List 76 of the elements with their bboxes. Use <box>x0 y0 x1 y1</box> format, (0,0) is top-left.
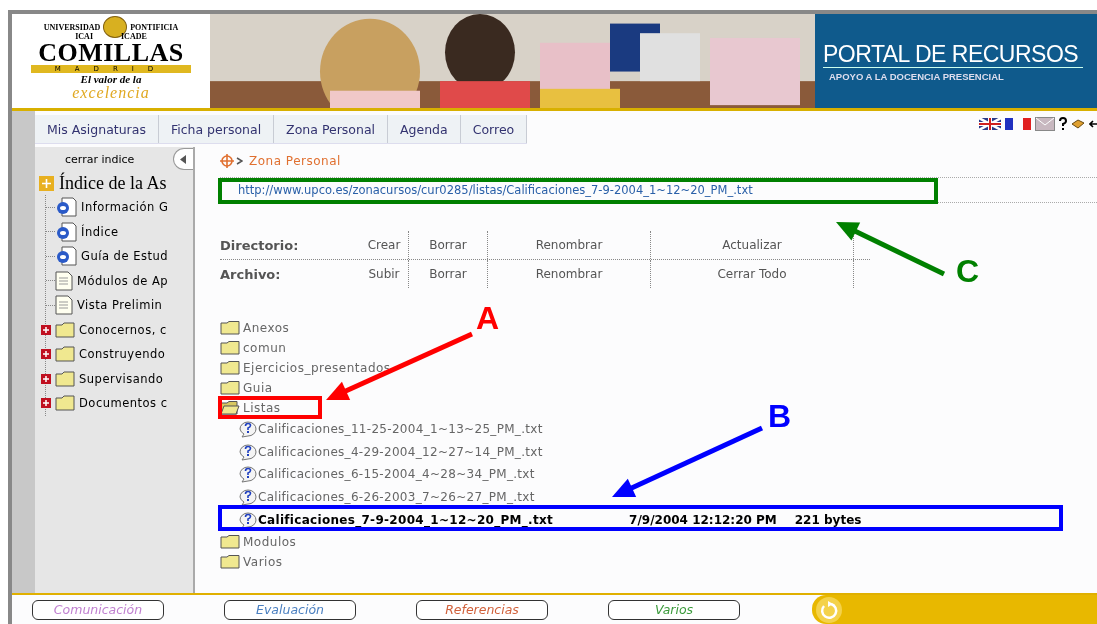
folder-icon <box>220 341 240 355</box>
action-group-label: Directorio: <box>220 237 300 253</box>
folder-name[interactable]: Ejercicios_presentados <box>243 361 391 375</box>
folder-icon <box>55 370 75 387</box>
uk-flag-icon[interactable] <box>979 118 1001 130</box>
folder-icon <box>220 555 240 569</box>
index-item[interactable]: Índice <box>81 224 119 239</box>
nav-tab[interactable]: Correo <box>460 115 528 143</box>
nav-tab[interactable]: Zona Personal <box>274 115 388 143</box>
expand-icon[interactable] <box>41 349 51 360</box>
index-item[interactable]: Documentos c <box>79 396 168 411</box>
action-link[interactable]: Borrar <box>409 260 488 288</box>
folder-icon <box>55 346 75 363</box>
callout-letter: A <box>476 302 500 334</box>
action-link[interactable]: Subir <box>360 260 409 288</box>
index-item[interactable]: Módulos de Ap <box>77 273 169 288</box>
folder-icon <box>55 395 75 412</box>
chevron-icon <box>236 157 243 165</box>
crosshair-icon <box>220 154 234 168</box>
portal-title: PORTAL DE RECURSOS <box>823 40 1083 68</box>
file-row[interactable]: Calificaciones_7-9-2004_1~12~20_PM_.txt 7/9/2004 12:12:20 PM 221 bytes <box>220 508 1097 532</box>
folder-name[interactable]: Listas <box>243 401 281 415</box>
action-link[interactable]: Cerrar Todo <box>651 260 854 288</box>
section-tab[interactable]: Referencias <box>416 599 548 620</box>
index-item[interactable]: Conocernos, c <box>79 322 167 337</box>
index-item[interactable]: Guía de Estud <box>81 249 168 264</box>
action-link[interactable]: Renombrar <box>488 260 651 288</box>
action-link[interactable]: Crear <box>360 231 409 259</box>
unknown-file-icon <box>238 442 258 461</box>
file-row[interactable]: Calificaciones_4-29-2004_12~27~14_PM_.txt <box>220 440 1097 463</box>
folder-icon <box>220 361 240 375</box>
unknown-file-icon <box>238 487 258 506</box>
index-item[interactable]: Construyendo <box>79 347 166 362</box>
section-tab[interactable]: Evaluación <box>224 599 356 620</box>
exit-icon[interactable] <box>1089 118 1097 130</box>
folder-icon <box>220 535 240 549</box>
unknown-file-icon <box>238 420 258 439</box>
nav-tab[interactable]: Ficha personal <box>158 115 275 143</box>
action-link[interactable]: Renombrar <box>488 231 651 259</box>
france-flag-icon[interactable] <box>1005 118 1031 130</box>
folder-icon <box>220 321 240 335</box>
web-page-icon <box>55 197 77 218</box>
nav-tab[interactable]: Mis Asignaturas <box>35 115 159 143</box>
unknown-file-icon <box>238 465 258 484</box>
section-tab[interactable]: Varios <box>608 599 740 620</box>
folder-icon <box>220 381 240 395</box>
web-page-icon <box>55 221 77 242</box>
folder-name[interactable]: Anexos <box>243 321 290 335</box>
close-index-link[interactable]: cerrar indice <box>65 152 135 166</box>
index-item[interactable]: Vista Prelimin <box>77 298 163 313</box>
expand-icon[interactable] <box>41 324 51 335</box>
collapse-button[interactable] <box>173 148 193 170</box>
nav-tab[interactable]: Agenda <box>388 115 461 143</box>
action-group-label: Archivo: <box>220 266 282 282</box>
folder-icon <box>55 321 75 338</box>
index-item[interactable]: Información G <box>81 200 169 215</box>
folder-name[interactable]: comun <box>243 341 287 355</box>
action-link[interactable]: Borrar <box>409 231 488 259</box>
file-row[interactable]: Calificaciones_6-26-2003_7~26~27_PM_.txt <box>220 485 1097 508</box>
caret-icon <box>180 154 186 164</box>
folder-name[interactable]: Varios <box>243 555 283 569</box>
folder-name[interactable]: Modulos <box>243 535 297 549</box>
callout-letter: B <box>768 400 792 432</box>
document-icon <box>55 270 73 291</box>
index-item[interactable]: Supervisando <box>79 371 164 386</box>
portal-subtitle: APOYO A LA DOCENCIA PRESENCIAL <box>829 70 1005 82</box>
folder-name[interactable]: Guia <box>243 381 273 395</box>
callout-letter: C <box>956 255 980 287</box>
expand-icon[interactable] <box>41 373 51 384</box>
web-page-icon <box>55 246 77 267</box>
index-title: Índice de la As <box>59 172 167 194</box>
file-url[interactable]: http://www.upco.es/zonacursos/cur0285/listas/Calificaciones_7-9-2004_1~12~20_PM_.txt <box>238 183 753 197</box>
file-row[interactable]: Calificaciones_6-15-2004_4~28~34_PM_.txt <box>220 463 1097 486</box>
document-icon <box>55 295 73 316</box>
help-icon[interactable] <box>1059 117 1067 131</box>
expand-icon[interactable] <box>41 398 51 409</box>
